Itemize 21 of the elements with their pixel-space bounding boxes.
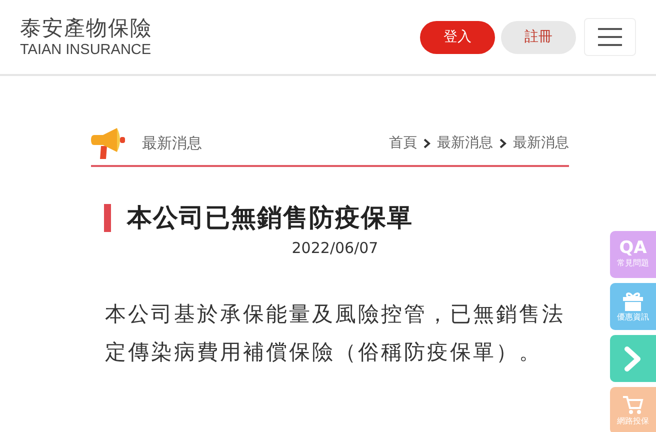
menu-icon — [598, 28, 622, 46]
article-title: 本公司已無銷售防疫保單 — [127, 202, 413, 234]
logo-subtitle: TAIAN INSURANCE — [20, 41, 152, 60]
menu-button[interactable] — [584, 18, 636, 56]
cart-icon — [622, 394, 644, 414]
gift-icon — [622, 290, 644, 310]
login-button[interactable]: 登入 — [420, 20, 495, 54]
article-body: 本公司基於承保能量及風險控管，已無銷售法定傳染病費用補償保險（俗稱防疫保單）。 — [105, 301, 565, 366]
chevron-right-icon — [423, 138, 431, 148]
chevron-right-icon — [624, 346, 642, 372]
article-date: 2022/06/07 — [290, 238, 380, 258]
megaphone-icon — [91, 127, 125, 159]
register-button[interactable]: 註冊 — [501, 20, 576, 54]
title-accent-bar — [104, 204, 111, 232]
breadcrumb-link[interactable]: 最新消息 — [513, 132, 569, 154]
breadcrumb-link[interactable]: 最新消息 — [437, 132, 493, 154]
qa-icon: QA — [619, 240, 647, 257]
chevron-right-icon — [499, 138, 507, 148]
breadcrumb-link[interactable]: 首頁 — [389, 132, 417, 154]
logo-title: 泰安產物保險 — [20, 14, 152, 42]
section-title: 最新消息 — [142, 132, 202, 154]
